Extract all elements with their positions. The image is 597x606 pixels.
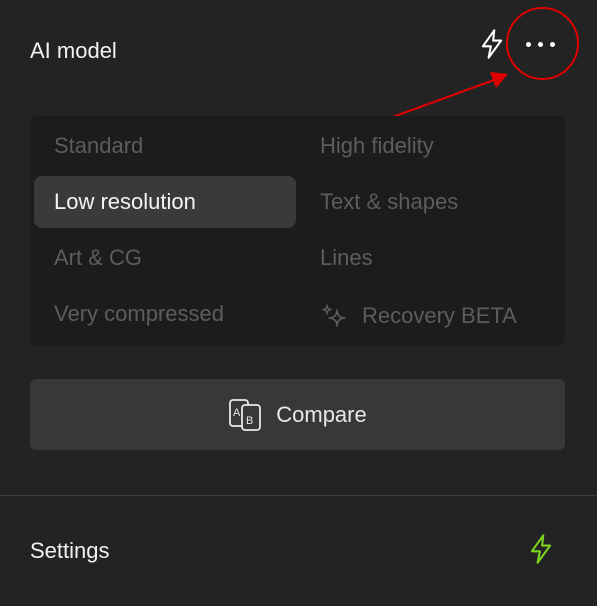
ai-model-title: AI model (30, 38, 117, 63)
bolt-icon[interactable] (478, 28, 506, 60)
model-option-recovery[interactable]: Recovery BETA (300, 290, 562, 342)
model-option-label: Lines (320, 245, 373, 270)
sparkle-icon (322, 304, 346, 327)
model-option-art-cg[interactable]: Art & CG (34, 232, 296, 284)
model-options-grid: Standard High fidelity Low resolution Te… (30, 116, 565, 346)
more-options-icon[interactable] (520, 33, 560, 55)
bolt-icon (530, 534, 552, 564)
compare-ab-icon: A B (229, 398, 262, 431)
model-option-standard[interactable]: Standard (34, 120, 296, 172)
model-option-very-compressed[interactable]: Very compressed (34, 288, 296, 340)
model-option-low-resolution[interactable]: Low resolution (34, 176, 296, 228)
model-option-lines[interactable]: Lines (300, 232, 562, 284)
settings-section[interactable]: Settings (0, 496, 597, 606)
model-option-high-fidelity[interactable]: High fidelity (300, 120, 562, 172)
model-option-label: Standard (54, 133, 144, 158)
compare-label: Compare (276, 401, 367, 427)
settings-title: Settings (30, 538, 110, 563)
compare-button[interactable]: A B Compare (30, 379, 565, 450)
svg-text:A: A (233, 407, 241, 419)
model-option-label: High fidelity (320, 133, 434, 158)
model-option-label: Art & CG (54, 245, 143, 270)
svg-text:B: B (246, 415, 253, 427)
model-option-label: Low resolution (54, 189, 196, 214)
model-option-text-shapes[interactable]: Text & shapes (300, 176, 562, 228)
model-option-label: Recovery BETA (362, 303, 517, 328)
model-option-label: Text & shapes (320, 189, 459, 214)
model-option-label: Very compressed (54, 301, 224, 326)
